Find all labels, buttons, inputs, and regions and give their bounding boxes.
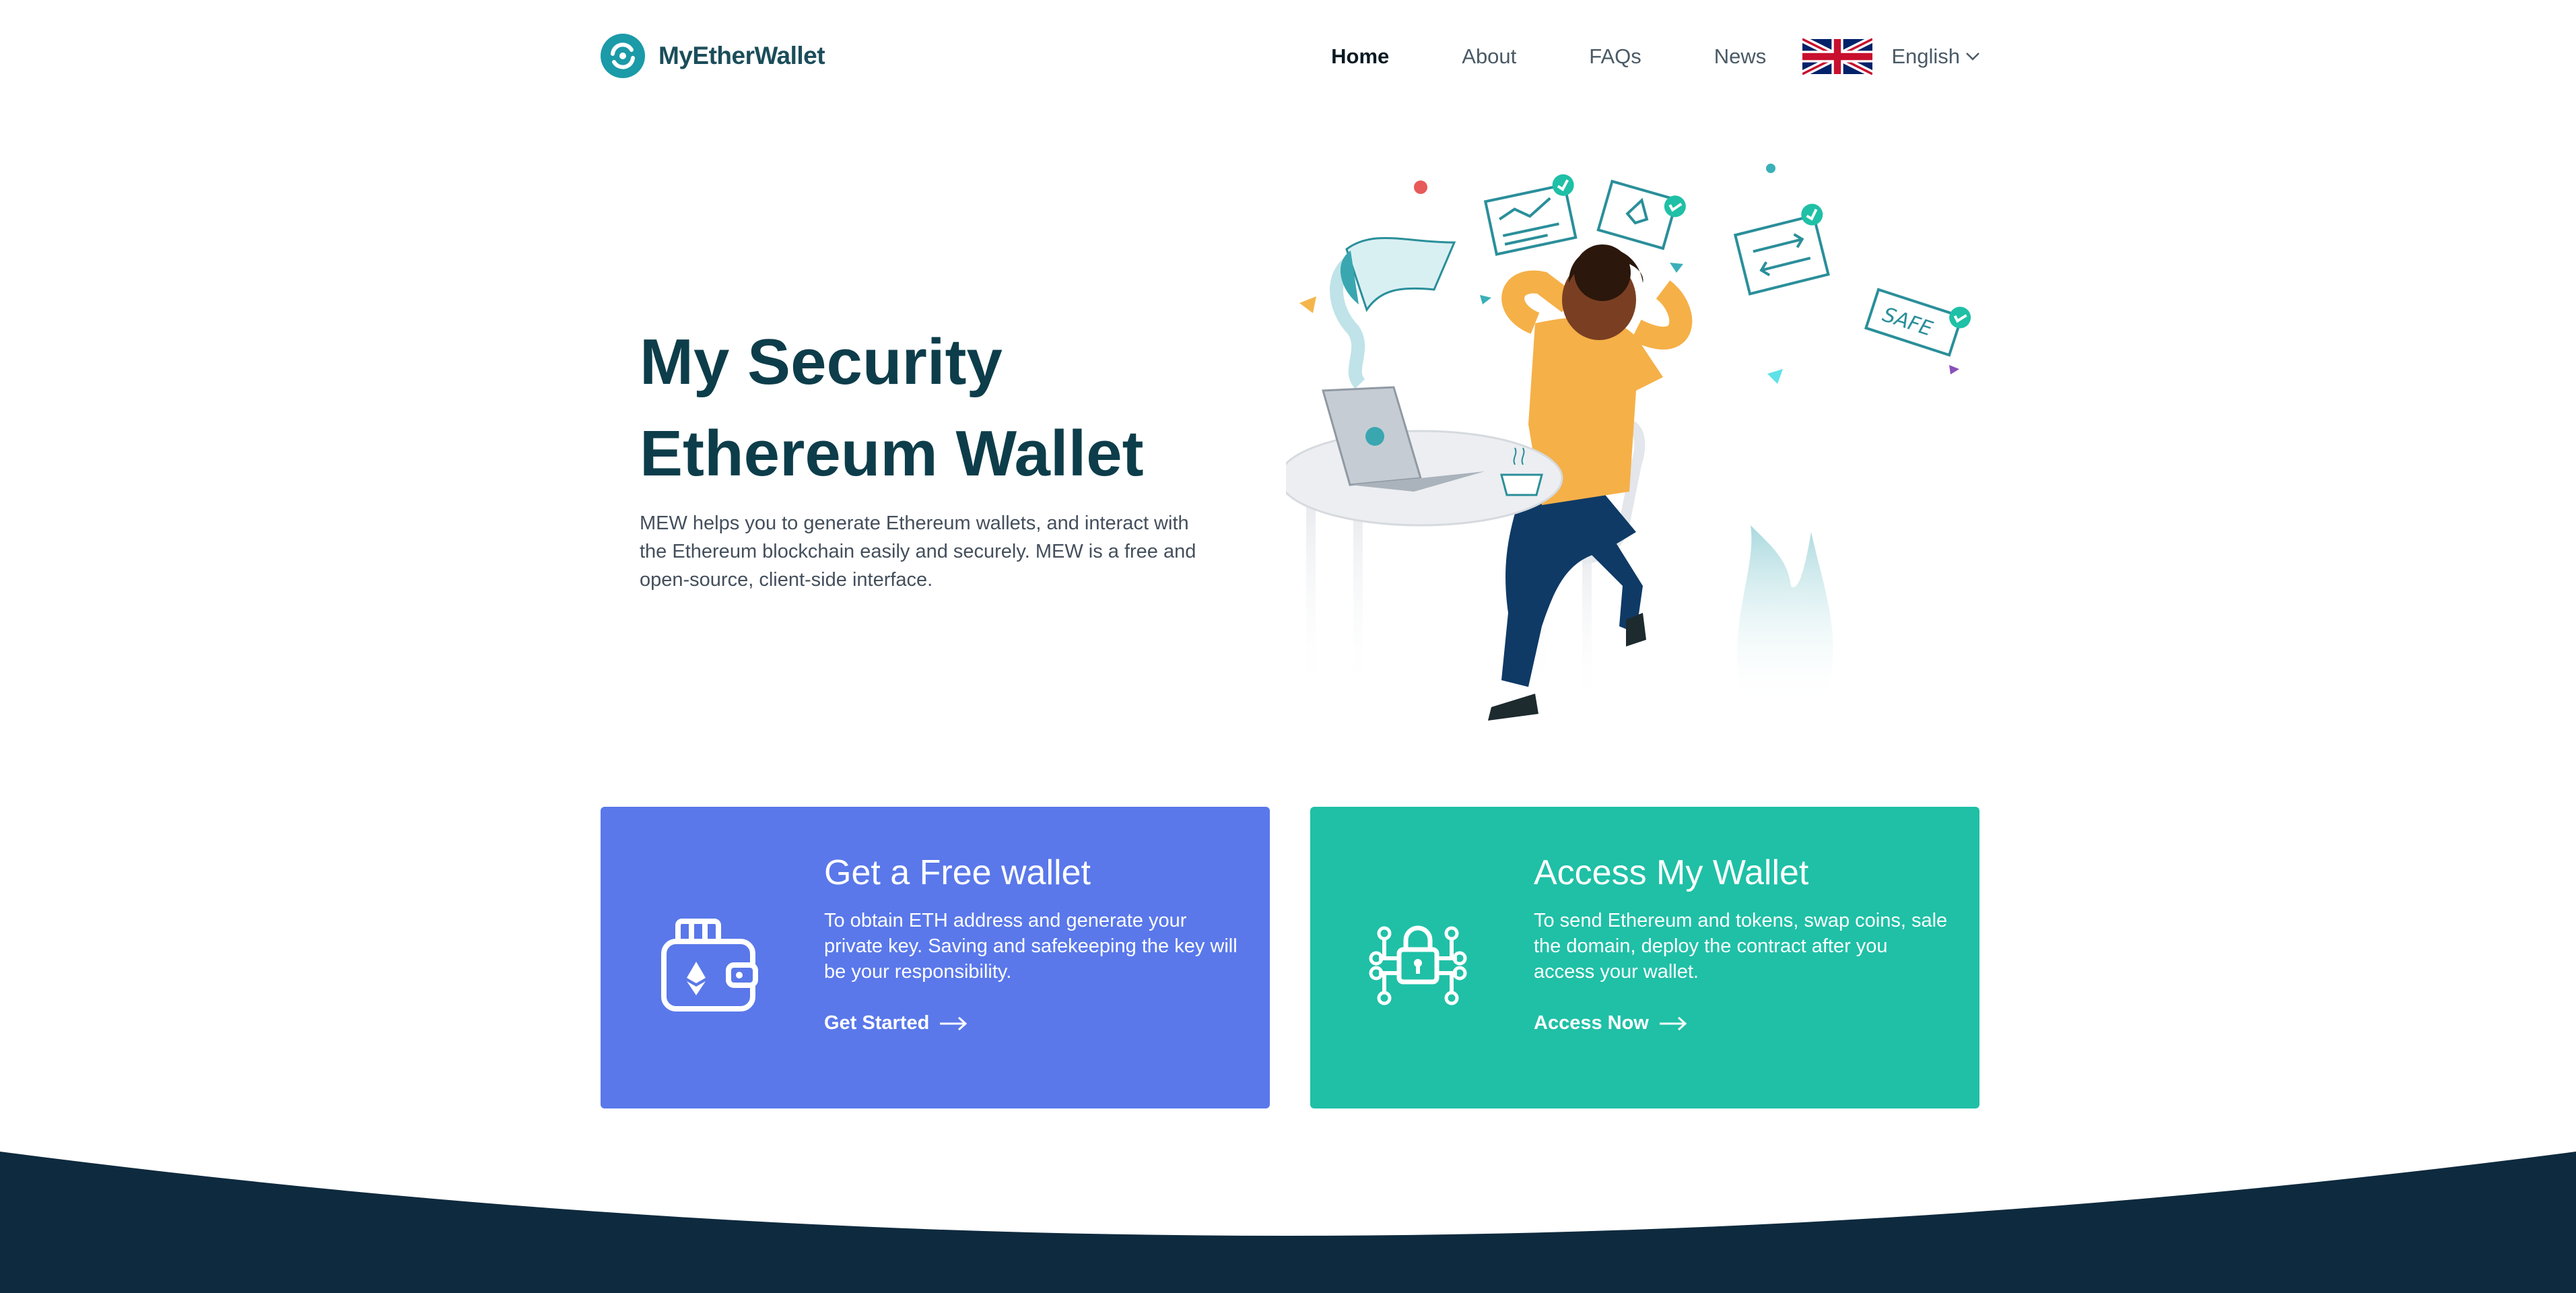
confetti-piece [1670, 263, 1683, 273]
person-arm [1631, 280, 1693, 350]
table-leg [1306, 478, 1316, 700]
confetti-piece [1480, 295, 1491, 304]
chevron-down-icon [1966, 53, 1979, 61]
nav-faqs[interactable]: FAQs [1589, 44, 1641, 69]
hero-title-line2: Ethereum Wallet [640, 418, 1144, 490]
access-now-label: Access Now [1534, 1012, 1649, 1034]
hero-description: MEW helps you to generate Ethereum walle… [640, 512, 1196, 591]
arrow-right-icon [940, 1016, 968, 1030]
main-nav: Home About FAQs News English [1331, 35, 1980, 78]
confetti-dot [1766, 164, 1775, 173]
hero-illustration: SAFE [1286, 164, 1971, 721]
mew-logo-icon [601, 34, 645, 78]
get-started-link[interactable]: Get Started [824, 1012, 968, 1034]
decorative-flames [1737, 525, 1833, 707]
document-swap-icon [1733, 203, 1830, 296]
confetti-piece [1299, 296, 1316, 313]
person-hair [1574, 244, 1631, 301]
laptop-logo [1365, 427, 1384, 446]
person-arm [1501, 270, 1576, 334]
hero-title: My Security Ethereum Wallet [640, 317, 1259, 500]
language-label: English [1891, 44, 1960, 68]
coffee-cup [1500, 473, 1543, 496]
receipt-paper [1345, 236, 1456, 312]
document-chart-icon [1483, 174, 1578, 256]
footer-wave [0, 1152, 2576, 1293]
access-wallet-card[interactable]: Access My Wallet To send Ethereum and to… [1310, 807, 1979, 1108]
nav-news[interactable]: News [1714, 44, 1767, 69]
confetti-piece [1767, 369, 1783, 384]
document-safe-icon: SAFE [1864, 288, 1971, 357]
hero-title-line1: My Security [640, 326, 1003, 398]
logo-text: MyEtherWallet [658, 42, 825, 69]
lock-circuit-icon [1369, 925, 1467, 1005]
get-started-label: Get Started [824, 1012, 930, 1034]
confetti-piece [1949, 365, 1959, 374]
nav-home[interactable]: Home [1331, 44, 1389, 69]
get-wallet-card[interactable]: Get a Free wallet To obtain ETH address … [601, 807, 1270, 1108]
wallet-icon [661, 919, 758, 1012]
confetti-dot [1414, 180, 1427, 194]
access-wallet-title: Access My Wallet [1534, 853, 1809, 892]
logo[interactable]: MyEtherWallet [601, 34, 825, 78]
access-now-link[interactable]: Access Now [1534, 1012, 1688, 1034]
person-legs [1501, 492, 1636, 687]
uk-flag-icon[interactable] [1802, 38, 1873, 75]
nav-about[interactable]: About [1462, 44, 1516, 69]
document-ethereum-icon [1596, 179, 1686, 251]
arrow-right-icon [1659, 1016, 1687, 1030]
language-selector[interactable]: English [1891, 44, 1980, 69]
get-wallet-description: To obtain ETH address and generate your … [824, 910, 1238, 983]
person-shoe [1488, 694, 1538, 721]
get-wallet-title: Get a Free wallet [824, 853, 1091, 892]
access-wallet-description: To send Ethereum and tokens, swap coins,… [1534, 910, 1948, 983]
